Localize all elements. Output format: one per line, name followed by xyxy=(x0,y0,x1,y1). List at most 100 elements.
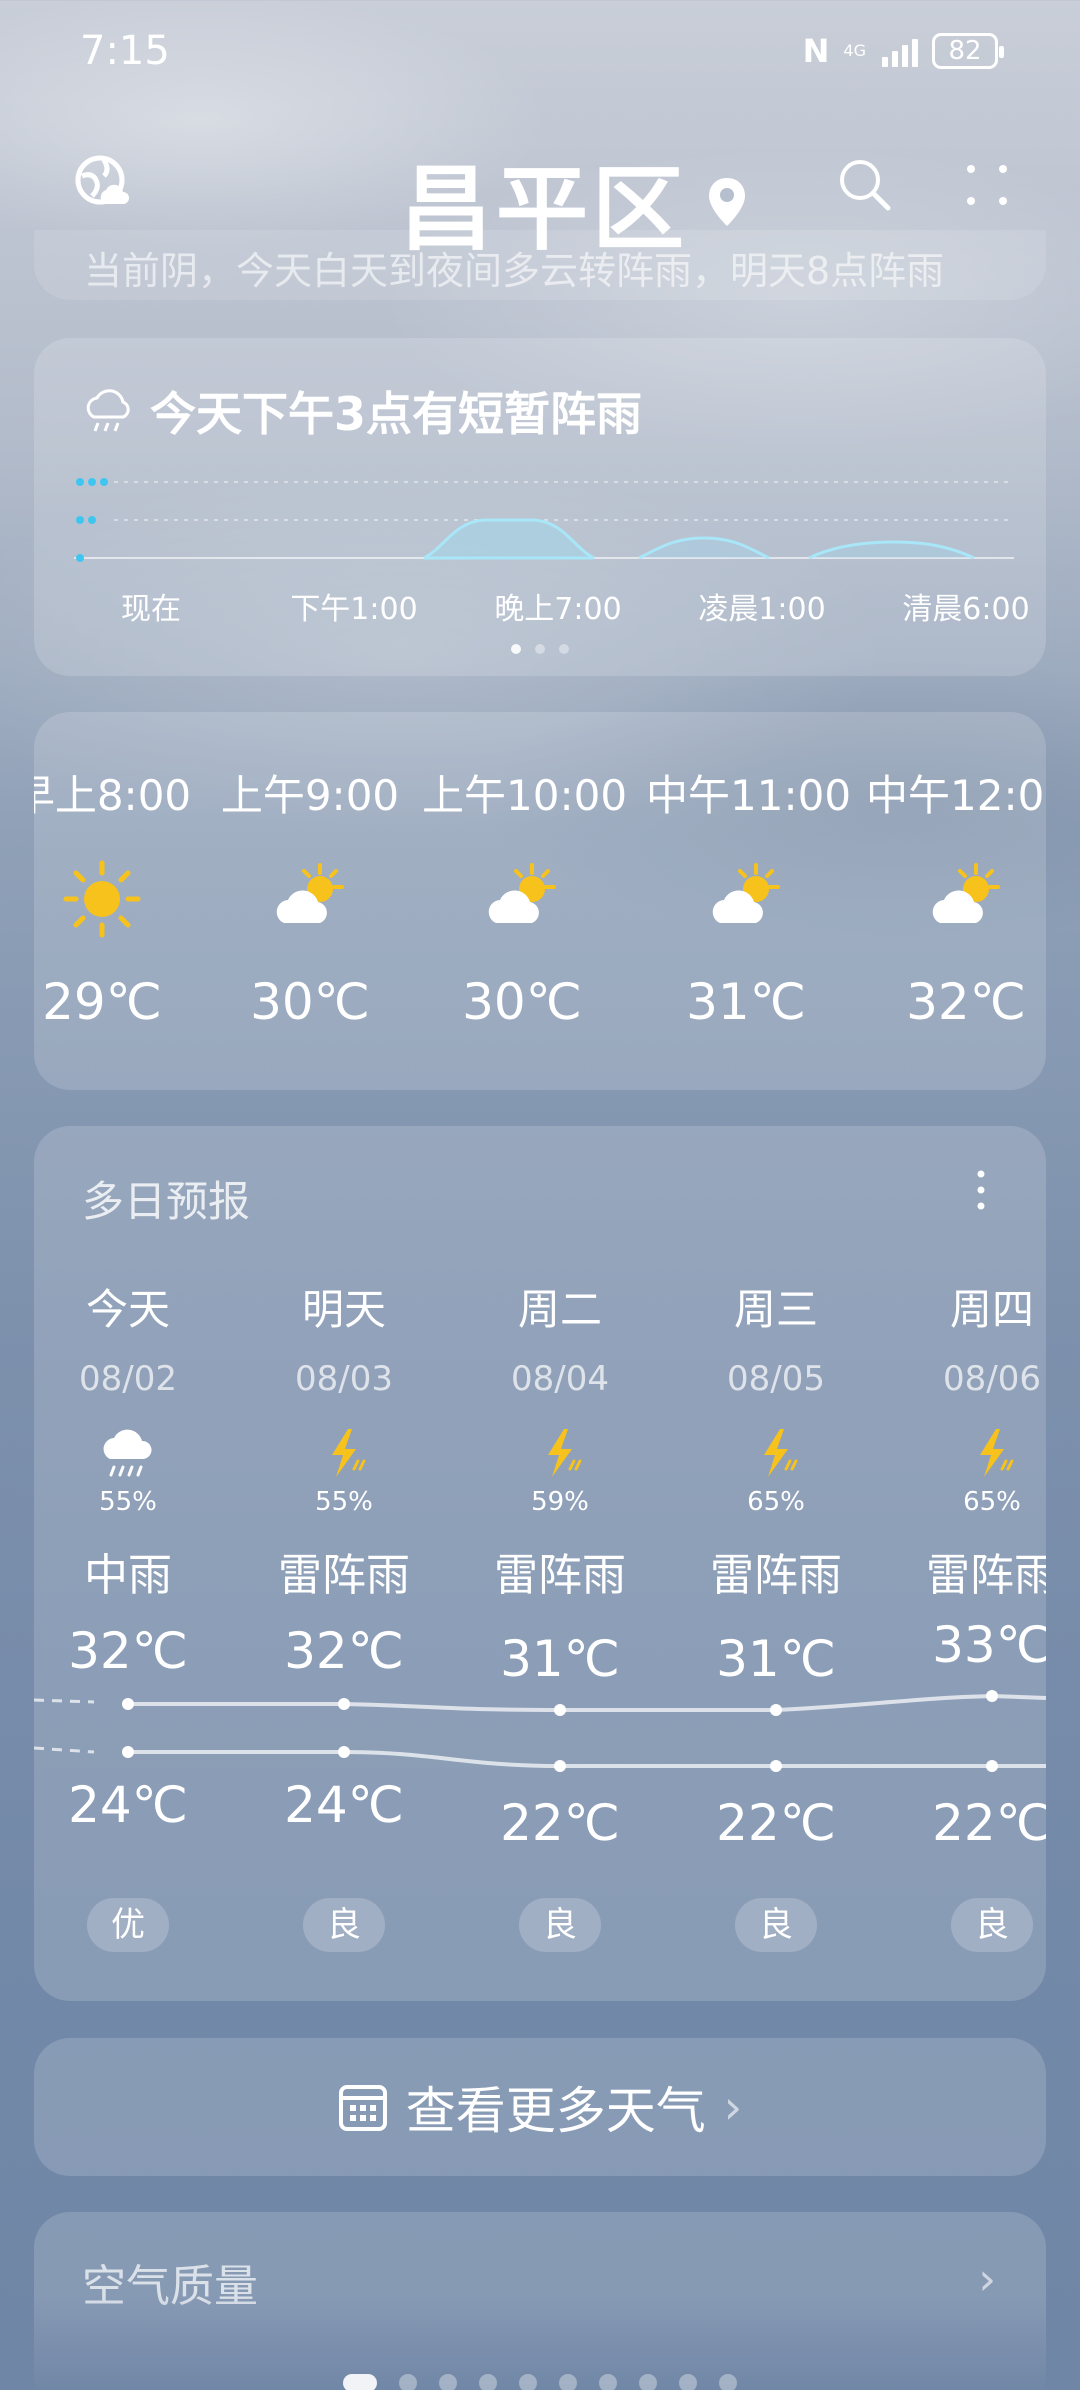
day-name: 今天 xyxy=(85,1285,170,1334)
day-precip: 55% xyxy=(315,1487,373,1517)
more-options-icon[interactable] xyxy=(962,160,1012,210)
hour-item: 中午11:00 31℃ xyxy=(646,762,852,1031)
hour-time: 中午11:00 xyxy=(646,771,852,820)
day-condition: 雷阵雨 xyxy=(926,1550,1046,1601)
aqi-badge: 良 xyxy=(303,1898,385,1952)
status-bar: 7:15 N 4G 82 xyxy=(0,0,1080,100)
day-condition: 中雨 xyxy=(84,1550,172,1601)
hour-time: 上午9:00 xyxy=(220,771,400,820)
day-high-temp: 31℃ xyxy=(500,1630,620,1688)
rain-time-axis: 现在 下午1:00 晚上7:00 凌晨1:00 清晨6:00 xyxy=(34,584,1046,627)
aqi-badge: 良 xyxy=(951,1898,1033,1952)
city-page-indicator[interactable] xyxy=(0,2374,1080,2390)
day-date: 08/02 xyxy=(79,1359,177,1399)
day-high-temp: 32℃ xyxy=(284,1622,404,1680)
globe-weather-icon[interactable] xyxy=(74,154,130,210)
thunder-icon xyxy=(332,1429,366,1477)
day-low-temp: 24℃ xyxy=(68,1776,188,1834)
hour-temp: 30℃ xyxy=(462,973,582,1031)
aqi-badge: 良 xyxy=(519,1898,601,1952)
rain-cloud-icon xyxy=(103,1429,152,1477)
hour-item: 中午12:00 32℃ xyxy=(866,762,1046,1031)
nfc-icon: N xyxy=(802,32,830,70)
day-item[interactable]: 明天 08/03 55% 雷阵雨 xyxy=(244,1276,444,1603)
day-date: 08/04 xyxy=(511,1359,609,1399)
partly-cloudy-icon xyxy=(276,863,344,923)
hourly-forecast-card[interactable]: 早上8:00 29℃ 上午9:00 30℃ 上午10:00 xyxy=(34,712,1046,1090)
partly-cloudy-icon xyxy=(488,863,556,923)
precipitation-chart xyxy=(74,478,1014,562)
day-name: 明天 xyxy=(301,1285,386,1334)
day-date: 08/03 xyxy=(295,1359,393,1399)
aqi-badge: 优 xyxy=(87,1898,169,1952)
rain-time-label: 现在 xyxy=(121,592,181,627)
status-icons: N 4G 82 xyxy=(802,32,1004,70)
calendar-icon xyxy=(338,2085,387,2131)
day-condition: 雷阵雨 xyxy=(278,1550,410,1601)
day-high-temp: 33℃ xyxy=(932,1616,1046,1674)
day-date: 08/06 xyxy=(943,1359,1041,1399)
card-page-indicator xyxy=(34,644,1046,654)
day-item[interactable]: 周三 08/05 65% 雷阵雨 xyxy=(676,1276,876,1603)
day-name: 周二 xyxy=(517,1285,602,1334)
sun-icon xyxy=(63,860,141,938)
hour-time: 上午10:00 xyxy=(422,771,628,820)
hour-temp: 30℃ xyxy=(250,973,370,1031)
day-high-temp: 32℃ xyxy=(68,1622,188,1680)
day-condition: 雷阵雨 xyxy=(494,1550,626,1601)
rain-time-label: 下午1:00 xyxy=(290,592,418,627)
day-low-temp: 22℃ xyxy=(500,1794,620,1852)
rain-forecast-card[interactable]: 今天下午3点有短暂阵雨 现在 下午1:00 晚上7:00 凌晨1:00 清晨6:… xyxy=(34,338,1046,676)
partly-cloudy-icon xyxy=(932,863,1000,923)
hour-temp: 32℃ xyxy=(906,973,1026,1031)
day-precip: 65% xyxy=(963,1487,1021,1517)
day-item[interactable]: 今天 08/02 55% 中雨 xyxy=(34,1276,228,1603)
hour-time: 中午12:00 xyxy=(866,771,1046,820)
day-high-temp: 31℃ xyxy=(716,1630,836,1688)
hour-temp: 29℃ xyxy=(42,973,162,1031)
chevron-right-icon: › xyxy=(723,2080,743,2134)
day-precip: 59% xyxy=(531,1487,589,1517)
battery-level: 82 xyxy=(948,36,982,66)
signal-icon xyxy=(882,35,918,67)
daily-title: 多日预报 xyxy=(82,1177,251,1226)
summary-card[interactable]: 当前阴，今天白天到夜间多云转阵雨，明天8点阵雨 xyxy=(34,230,1046,300)
day-precip: 65% xyxy=(747,1487,805,1517)
day-name: 周三 xyxy=(733,1285,818,1334)
status-time: 7:15 xyxy=(80,28,170,74)
day-item[interactable]: 周二 08/04 59% 雷阵雨 xyxy=(460,1276,660,1603)
day-item[interactable]: 周四 08/06 65% 雷阵雨 xyxy=(892,1276,1046,1603)
hour-item: 上午10:00 30℃ xyxy=(422,762,628,1031)
search-icon[interactable] xyxy=(836,156,892,212)
daily-forecast-card[interactable]: 多日预报 今天 08/02 55% 中雨 明天 08/03 55% 雷阵雨 周二… xyxy=(34,1126,1046,2001)
hour-item: 早上8:00 29℃ xyxy=(34,762,202,1031)
more-weather-button[interactable]: 查看更多天气 › xyxy=(34,2038,1046,2176)
more-vertical-icon[interactable] xyxy=(976,1168,986,1212)
rain-title: 今天下午3点有短暂阵雨 xyxy=(82,378,642,444)
thunder-icon xyxy=(764,1429,798,1477)
day-low-temp: 22℃ xyxy=(716,1794,836,1852)
day-condition: 雷阵雨 xyxy=(710,1550,842,1601)
day-date: 08/05 xyxy=(727,1359,825,1399)
hour-item: 上午9:00 30℃ xyxy=(210,762,410,1031)
rain-time-label: 晚上7:00 xyxy=(494,592,622,627)
network-type: 4G xyxy=(843,41,866,60)
day-name: 周四 xyxy=(949,1285,1034,1334)
hour-time: 早上8:00 xyxy=(34,771,192,820)
day-precip: 55% xyxy=(99,1487,157,1517)
rain-title-text: 今天下午3点有短暂阵雨 xyxy=(150,387,643,441)
rain-time-label: 凌晨1:00 xyxy=(698,592,826,627)
hour-temp: 31℃ xyxy=(686,973,806,1031)
day-low-temp: 24℃ xyxy=(284,1776,404,1834)
battery-icon: 82 xyxy=(932,33,1004,69)
location-pin-icon xyxy=(709,177,746,226)
rain-cloud-icon xyxy=(86,389,130,432)
summary-text: 当前阴，今天白天到夜间多云转阵雨，明天8点阵雨 xyxy=(84,249,945,293)
rain-time-label: 清晨6:00 xyxy=(902,592,1030,627)
aqi-badge: 良 xyxy=(735,1898,817,1952)
partly-cloudy-icon xyxy=(712,863,780,923)
more-weather-label: 查看更多天气 xyxy=(405,2082,706,2140)
thunder-icon xyxy=(980,1429,1014,1477)
day-low-temp: 22℃ xyxy=(932,1794,1046,1852)
thunder-icon xyxy=(548,1429,582,1477)
